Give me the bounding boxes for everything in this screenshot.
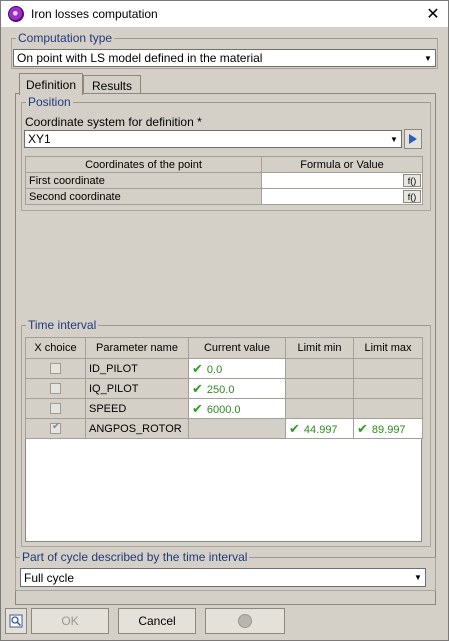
time-interval-table: X choice Parameter name Current value Li… bbox=[25, 337, 423, 439]
limit-min-cell[interactable]: ✔ 44.997 bbox=[285, 418, 354, 439]
magnifier-icon bbox=[9, 614, 23, 628]
check-icon: ✔ bbox=[192, 360, 203, 376]
checkmark-icon: ✔ bbox=[52, 421, 61, 433]
table-row: Second coordinate f() bbox=[25, 188, 423, 205]
cycle-value: Full cycle bbox=[24, 570, 75, 585]
app-logo-icon bbox=[8, 6, 24, 22]
limit-min-cell bbox=[285, 378, 354, 399]
x-choice-cell bbox=[25, 378, 86, 399]
cancel-button[interactable]: Cancel bbox=[118, 608, 196, 634]
current-value: 0.0 bbox=[206, 363, 223, 376]
check-icon: ✔ bbox=[289, 420, 300, 436]
limit-max-cell bbox=[353, 378, 423, 399]
header-parameter-name: Parameter name bbox=[85, 337, 189, 359]
row-label: Second coordinate bbox=[25, 188, 262, 205]
limit-max-cell bbox=[353, 398, 423, 419]
coord-system-value: XY1 bbox=[28, 132, 51, 146]
tab-definition[interactable]: Definition bbox=[19, 73, 83, 95]
limit-max-value: 89.997 bbox=[371, 423, 406, 436]
header-x-choice: X choice bbox=[25, 337, 86, 359]
row-label: First coordinate bbox=[25, 172, 262, 189]
cycle-legend: Part of cycle described by the time inte… bbox=[20, 550, 250, 564]
limit-min-cell bbox=[285, 358, 354, 379]
current-value: 6000.0 bbox=[206, 403, 241, 416]
x-choice-checkbox[interactable] bbox=[50, 383, 61, 395]
table-row: First coordinate f() bbox=[25, 172, 423, 189]
limit-max-cell bbox=[353, 358, 423, 379]
chevron-down-icon[interactable]: ▼ bbox=[387, 131, 401, 147]
limit-min-value: 44.997 bbox=[303, 423, 338, 436]
close-button[interactable]: ✕ bbox=[418, 1, 448, 27]
iron-losses-dialog: Iron losses computation ✕ Computation ty… bbox=[0, 0, 449, 641]
time-interval-legend: Time interval bbox=[26, 318, 99, 332]
limit-max-cell[interactable]: ✔ 89.997 bbox=[353, 418, 423, 439]
x-choice-cell bbox=[25, 358, 86, 379]
tab-results-label: Results bbox=[91, 78, 132, 93]
ok-label: OK bbox=[61, 614, 79, 628]
formula-button[interactable]: f() bbox=[403, 174, 421, 187]
parameter-name: ANGPOS_ROTOR bbox=[85, 418, 189, 439]
current-value: 250.0 bbox=[206, 383, 235, 396]
table-row: ID_PILOT ✔ 0.0 bbox=[25, 358, 423, 379]
stop-icon bbox=[238, 614, 252, 628]
check-icon: ✔ bbox=[192, 380, 203, 396]
tab-results[interactable]: Results bbox=[83, 75, 141, 95]
button-bar: OK Cancel bbox=[1, 607, 448, 635]
coordinates-table: Coordinates of the point Formula or Valu… bbox=[25, 156, 423, 205]
title-bar: Iron losses computation ✕ bbox=[1, 1, 448, 27]
current-value-cell[interactable]: ✔ 250.0 bbox=[188, 378, 286, 399]
current-value-cell bbox=[188, 418, 286, 439]
x-choice-checkbox[interactable] bbox=[50, 363, 61, 375]
first-coordinate-input[interactable]: f() bbox=[261, 172, 423, 189]
x-choice-cell bbox=[25, 398, 86, 419]
x-choice-checkbox[interactable] bbox=[50, 403, 61, 415]
header-formula: Formula or Value bbox=[261, 156, 423, 173]
chevron-down-icon[interactable]: ▼ bbox=[411, 569, 425, 586]
table-row: SPEED ✔ 6000.0 bbox=[25, 398, 423, 419]
header-current-value: Current value bbox=[188, 337, 286, 359]
ok-button[interactable]: OK bbox=[31, 608, 109, 634]
header-coordinates: Coordinates of the point bbox=[25, 156, 262, 173]
chevron-down-icon[interactable]: ▼ bbox=[421, 50, 435, 66]
check-icon: ✔ bbox=[357, 420, 368, 436]
check-icon: ✔ bbox=[192, 400, 203, 416]
position-legend: Position bbox=[26, 95, 73, 109]
table-row: IQ_PILOT ✔ 250.0 bbox=[25, 378, 423, 399]
parameter-name: SPEED bbox=[85, 398, 189, 419]
play-icon bbox=[409, 134, 417, 144]
parameter-name: ID_PILOT bbox=[85, 358, 189, 379]
stop-button[interactable] bbox=[205, 608, 285, 634]
second-coordinate-input[interactable]: f() bbox=[261, 188, 423, 205]
window-title: Iron losses computation bbox=[31, 7, 158, 21]
formula-button[interactable]: f() bbox=[403, 190, 421, 203]
current-value-cell[interactable]: ✔ 0.0 bbox=[188, 358, 286, 379]
table-row: ✔ ANGPOS_ROTOR ✔ 44.997 ✔ 89.997 bbox=[25, 418, 423, 439]
coord-system-label: Coordinate system for definition * bbox=[25, 115, 202, 129]
x-choice-cell: ✔ bbox=[25, 418, 86, 439]
header-limit-max: Limit max bbox=[353, 337, 423, 359]
tab-definition-label: Definition bbox=[25, 77, 77, 92]
x-choice-checkbox-checked[interactable]: ✔ bbox=[50, 421, 61, 435]
header-limit-min: Limit min bbox=[285, 337, 354, 359]
cancel-label: Cancel bbox=[138, 614, 176, 628]
help-button[interactable] bbox=[5, 608, 27, 634]
cycle-select[interactable]: Full cycle ▼ bbox=[20, 568, 426, 587]
computation-type-select[interactable]: On point with LS model defined in the ma… bbox=[13, 49, 436, 67]
computation-type-value: On point with LS model defined in the ma… bbox=[17, 51, 263, 65]
coord-system-select[interactable]: XY1 ▼ bbox=[24, 130, 402, 148]
limit-min-cell bbox=[285, 398, 354, 419]
current-value-cell[interactable]: ✔ 6000.0 bbox=[188, 398, 286, 419]
computation-type-legend: Computation type bbox=[16, 31, 115, 45]
parameter-name: IQ_PILOT bbox=[85, 378, 189, 399]
play-button[interactable] bbox=[404, 129, 422, 149]
